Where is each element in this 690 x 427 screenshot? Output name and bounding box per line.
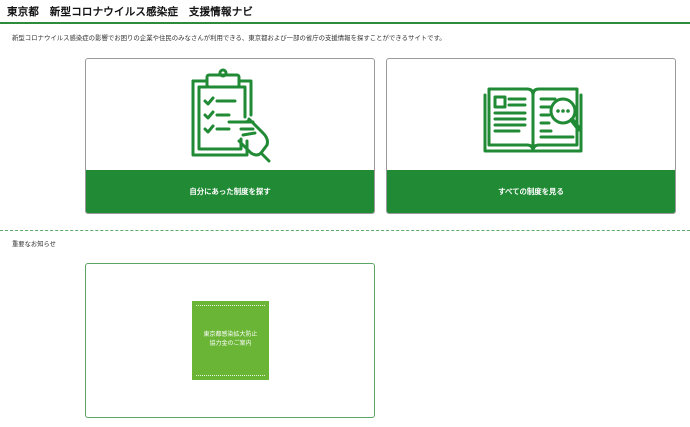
infection-prevention-cooperation-banner[interactable]: 東京都感染拡大防止 協力金のご案内 [192, 301, 269, 380]
site-title[interactable]: 東京都 新型コロナウイルス感染症 支援情報ナビ [7, 4, 253, 19]
view-all-programs-button[interactable]: すべての制度を見る [387, 170, 675, 213]
card-icon-area [387, 59, 675, 171]
find-programs-button[interactable]: 自分にあった制度を探す [86, 170, 374, 213]
banner-line-2: 協力金のご案内 [209, 340, 252, 347]
intro-text: 新型コロナウイルス感染症の影響でお困りの企業や住民のみなさんが利用できる、東京都… [12, 34, 446, 42]
banner-dotted-border-bottom [196, 375, 265, 376]
banner-text: 東京都感染拡大防止 協力金のご案内 [192, 330, 269, 348]
site-header: 東京都 新型コロナウイルス感染症 支援情報ナビ [0, 0, 690, 24]
section-divider [0, 230, 690, 231]
banner-dotted-border-top [196, 305, 265, 306]
find-suitable-programs-card[interactable]: 自分にあった制度を探す [85, 58, 375, 214]
notice-card: 東京都感染拡大防止 協力金のご案内 [85, 263, 375, 418]
card-icon-area [86, 59, 374, 171]
banner-line-1: 東京都感染拡大防止 [203, 331, 258, 338]
open-book-magnifier-icon [483, 87, 583, 153]
clipboard-pointing-hand-icon [191, 68, 271, 163]
notices-heading: 重要なお知らせ [12, 241, 56, 248]
view-all-programs-card[interactable]: すべての制度を見る [386, 58, 676, 214]
